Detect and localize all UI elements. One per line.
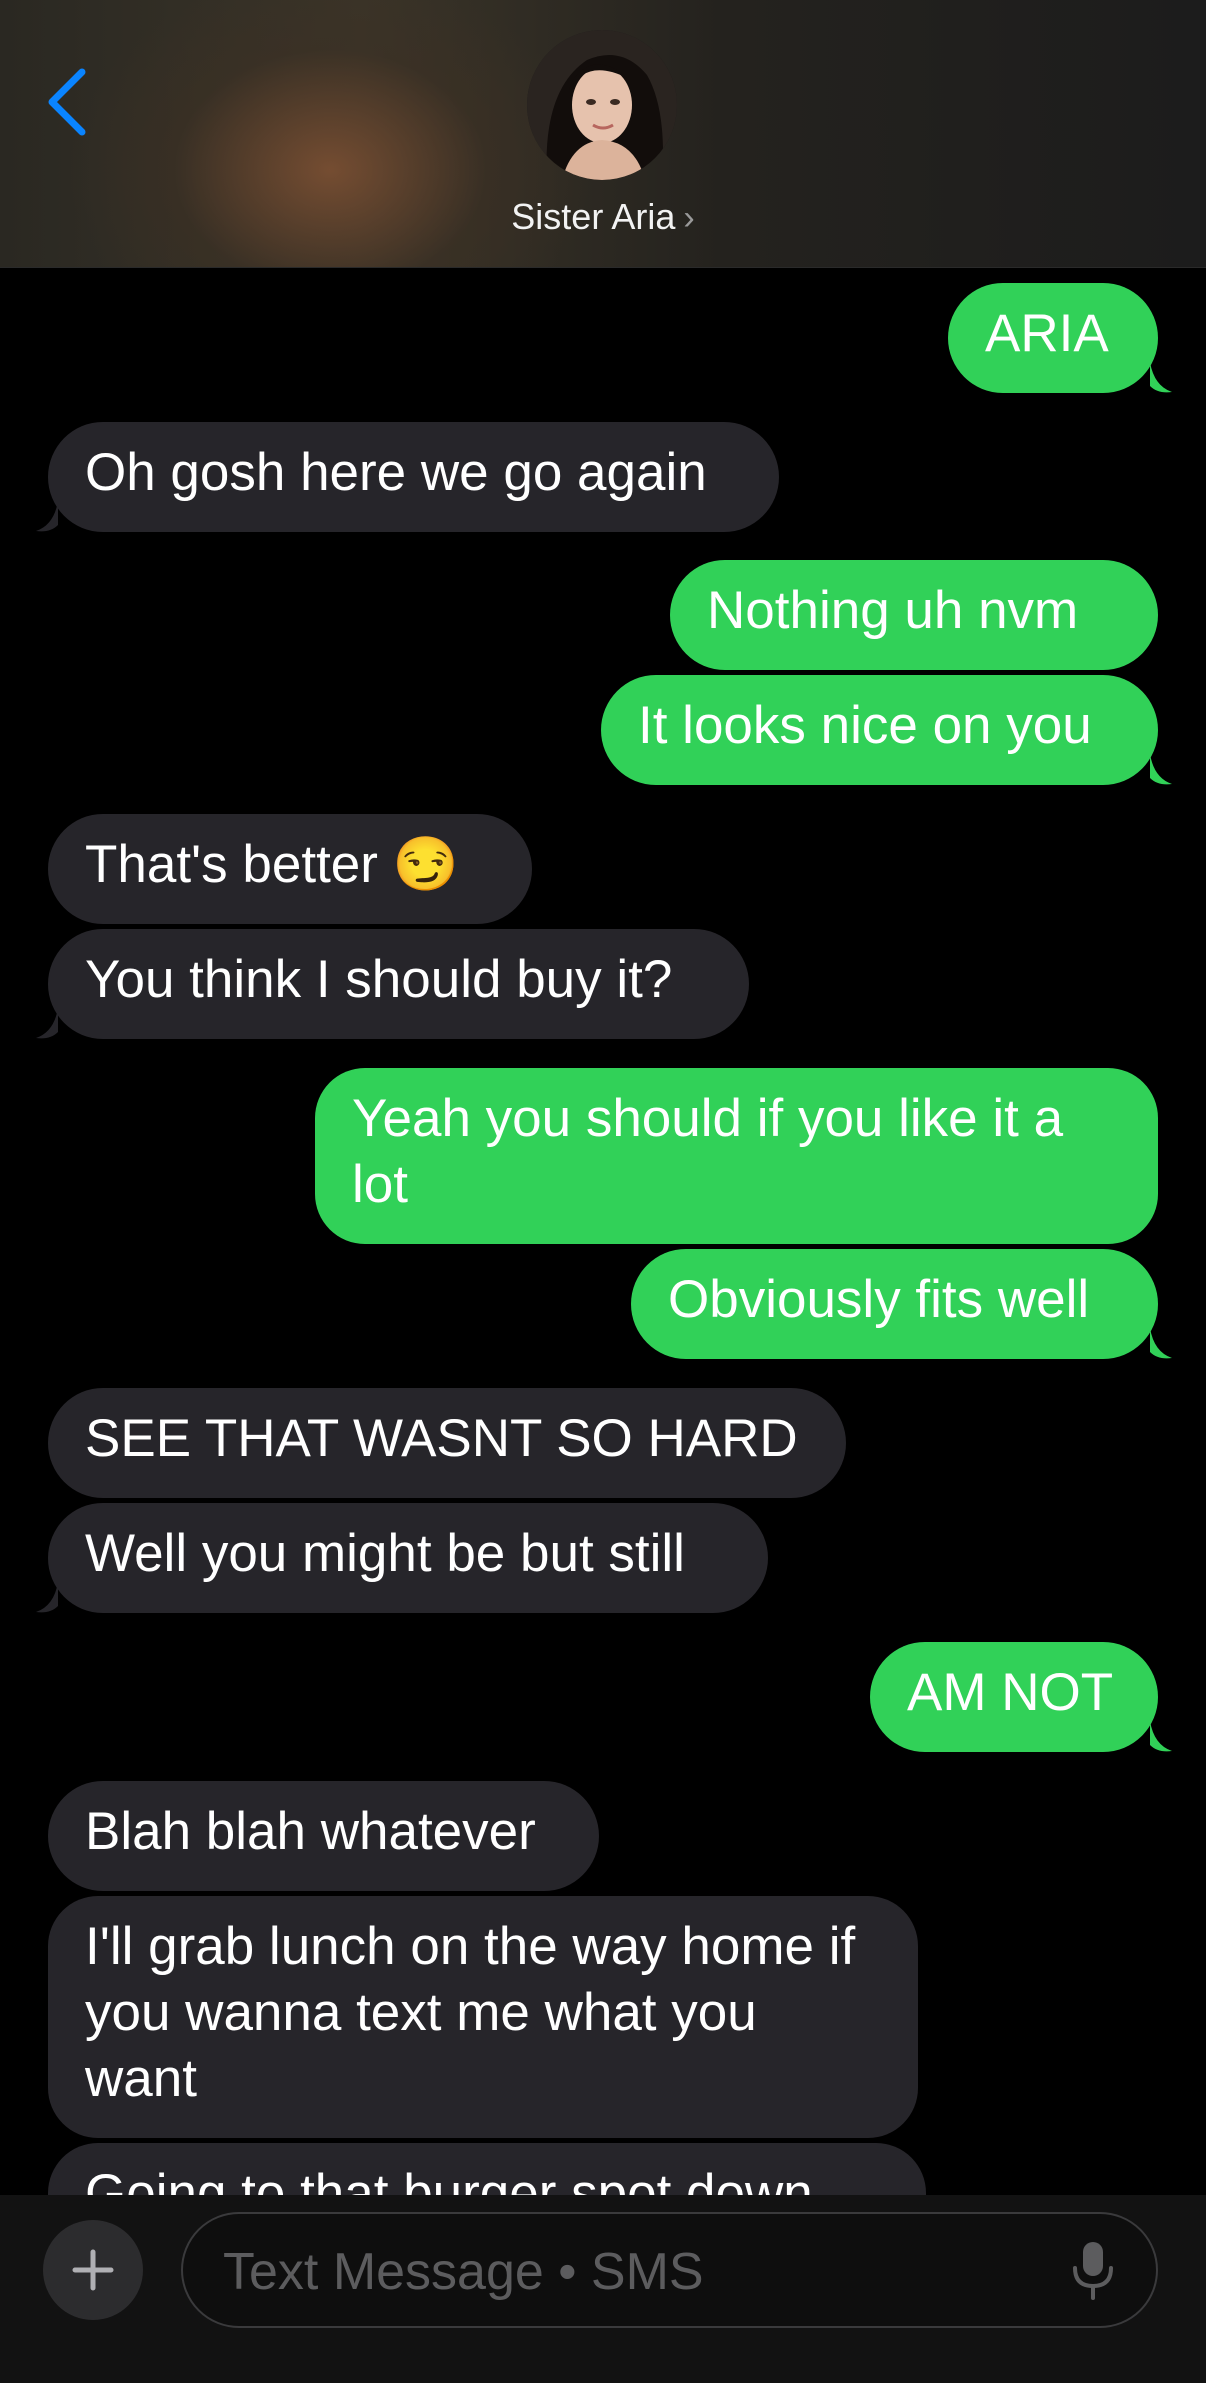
message-list[interactable]: ARIA Oh gosh here we go again Nothing uh… [0,0,1206,2195]
conversation-header: Sister Aria › [0,0,1206,268]
message-text: It looks nice on you [638,696,1092,755]
message-bubble-received[interactable]: Oh gosh here we go again [48,422,779,532]
bubble-tail [1150,1721,1172,1752]
message-text: SEE THAT WASNT SO HARD [85,1409,798,1468]
bubble-tail [1150,362,1172,393]
message-text: Yeah you should if you like it a lot [352,1089,1064,1214]
message-text: Well you might be but still [85,1524,685,1583]
contact-name: Sister Aria [511,196,676,237]
message-text: That's better 😏 [85,835,459,894]
message-bubble-sent[interactable]: Obviously fits well [631,1249,1158,1359]
chevron-left-icon[interactable] [40,62,100,142]
bubble-tail [36,1582,58,1613]
message-bubble-received[interactable]: I'll grab lunch on the way home if you w… [48,1896,918,2138]
message-bubble-received[interactable]: That's better 😏 [48,814,532,924]
bubble-tail [1150,754,1172,785]
contact-name-button[interactable]: Sister Aria › [0,196,1206,238]
message-bubble-sent[interactable]: Yeah you should if you like it a lot [315,1068,1158,1244]
message-bubble-sent[interactable]: Nothing uh nvm [670,560,1158,670]
message-input[interactable] [221,2232,1045,2312]
message-input-field[interactable] [181,2212,1158,2328]
message-bubble-received[interactable]: Well you might be but still [48,1503,768,1613]
plus-icon[interactable] [43,2220,143,2320]
message-text: Going to that burger spot down [85,2164,813,2195]
message-text: Oh gosh here we go again [85,443,707,502]
message-text: ARIA [985,304,1109,363]
bubble-tail [36,1008,58,1039]
chevron-right-icon: › [683,199,695,237]
message-bubble-received[interactable]: Going to that burger spot down [48,2143,926,2195]
bubble-tail [1150,1328,1172,1359]
message-bubble-sent[interactable]: ARIA [948,283,1158,393]
message-bubble-received[interactable]: Blah blah whatever [48,1781,599,1891]
message-bubble-received[interactable]: You think I should buy it? [48,929,749,1039]
message-bubble-sent[interactable]: It looks nice on you [601,675,1158,785]
microphone-icon[interactable] [1068,2238,1118,2304]
message-text: Nothing uh nvm [707,581,1079,640]
message-text: Blah blah whatever [85,1802,536,1861]
message-text: AM NOT [907,1663,1114,1722]
message-bubble-sent[interactable]: AM NOT [870,1642,1158,1752]
avatar[interactable] [527,30,677,180]
message-text: Obviously fits well [668,1270,1090,1329]
message-text: You think I should buy it? [85,950,673,1009]
bubble-tail [36,501,58,532]
message-bubble-received[interactable]: SEE THAT WASNT SO HARD [48,1388,846,1498]
message-text: I'll grab lunch on the way home if you w… [85,1917,856,2108]
